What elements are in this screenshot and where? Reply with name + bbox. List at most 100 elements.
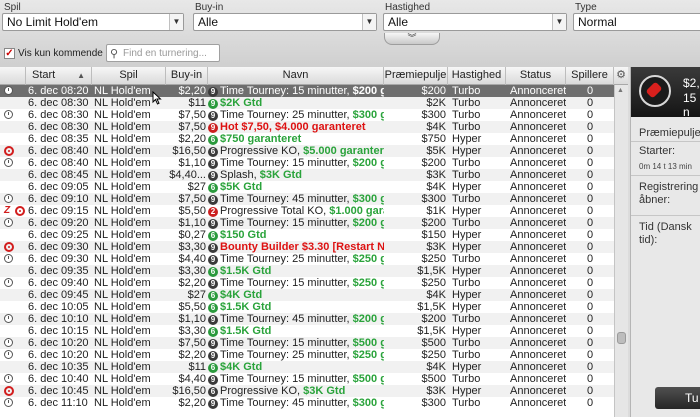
table-row[interactable]: 6. dec 08:20 NL Hold'em $2,20 9 Time Tourney…: [0, 85, 614, 97]
header-game[interactable]: Spil: [92, 67, 166, 85]
cell-prize: $4K: [426, 361, 446, 373]
cell-speed: Hyper: [452, 265, 482, 277]
cell-status: Annonceret: [510, 241, 566, 253]
type-select[interactable]: Normal: [573, 13, 700, 31]
header-speed[interactable]: Hastighed: [448, 67, 506, 85]
table-scrollbar[interactable]: ▲: [614, 85, 628, 417]
cell-speed: Turbo: [452, 337, 481, 349]
table-row[interactable]: 6. dec 09:45 NL Hold'em $27 6 $4K Gtd $4K Hype…: [0, 289, 614, 301]
cell-name: 9Time Tourney: 15 minutter, $250 ga...: [208, 277, 384, 289]
header-prize[interactable]: Præmiepulje: [384, 67, 448, 85]
table-row[interactable]: 6. dec 08:30 NL Hold'em $7,50 9 Hot $7,50, $…: [0, 121, 614, 133]
cell-players: 0: [586, 217, 594, 229]
table-row[interactable]: 6. dec 09:05 NL Hold'em $27 6 $5K Gtd $4K Hype…: [0, 181, 614, 193]
table-row[interactable]: 6. dec 09:30 NL Hold'em $3,30 9 Bounty Build…: [0, 241, 614, 253]
tournament-button[interactable]: Tu: [655, 387, 700, 409]
cell-start: 6. dec 09:45: [28, 289, 89, 301]
table-row[interactable]: 6. dec 08:45 NL Hold'em $4,40... 9 Splash, $…: [0, 169, 614, 181]
cell-name: 2Progressive Total KO, $1.000 gara...: [208, 205, 384, 217]
table-row[interactable]: 6. dec 08:40 NL Hold'em $16,50 6 Progressive…: [0, 145, 614, 157]
header-prize-label: Præmiepulje: [384, 69, 447, 81]
cell-status: Annonceret: [510, 121, 566, 133]
tournament-guarantee: $300 ga...: [352, 193, 384, 205]
scroll-up-icon[interactable]: ▲: [617, 87, 624, 94]
game-select[interactable]: No Limit Hold'em ▼: [2, 13, 184, 31]
table-row[interactable]: 6. dec 10:05 NL Hold'em $5,50 6 $1.5K Gtd $1,…: [0, 301, 614, 313]
row-icons: [2, 361, 28, 373]
table-size-badge: 9: [208, 87, 218, 97]
table-row[interactable]: 6. dec 09:25 NL Hold'em $0,27 6 $150 Gtd $150…: [0, 229, 614, 241]
speed-select[interactable]: Alle ▼: [383, 13, 567, 31]
table-row[interactable]: 6. dec 09:30 NL Hold'em $4,40 9 Time Tourney…: [0, 253, 614, 265]
header-players-label: Spillere: [571, 69, 608, 81]
only-upcoming-checkbox[interactable]: ✓: [4, 48, 15, 59]
table-row[interactable]: 6. dec 09:10 NL Hold'em $7,50 9 Time Tourney…: [0, 193, 614, 205]
buyin-select-value: Alle: [198, 15, 219, 29]
cell-buyin: $7,50: [178, 193, 206, 205]
table-row[interactable]: 6. dec 11:10 NL Hold'em $2,20 9 Time Tourney…: [0, 397, 614, 409]
expand-filters-button[interactable]: ︾: [384, 33, 440, 45]
tournament-guarantee: $5K Gtd: [220, 181, 263, 193]
table-row[interactable]: 6. dec 09:40 NL Hold'em $2,20 9 Time Tourney…: [0, 277, 614, 289]
table-row[interactable]: 6. dec 10:40 NL Hold'em $4,40 9 Time Tourney…: [0, 373, 614, 385]
header-name[interactable]: Navn: [208, 67, 384, 85]
table-row[interactable]: 6. dec 08:30 NL Hold'em $7,50 9 Time Tourney…: [0, 109, 614, 121]
scrollbar-thumb[interactable]: [617, 332, 626, 344]
table-row[interactable]: 6. dec 10:20 NL Hold'em $2,20 9 Time Tourney…: [0, 349, 614, 361]
clock-icon: [4, 254, 13, 263]
buyin-select[interactable]: Alle ▼: [193, 13, 377, 31]
table-row[interactable]: 6. dec 10:20 NL Hold'em $7,50 9 Time Tourney…: [0, 337, 614, 349]
tournament-name: Progressive KO,: [220, 385, 304, 397]
cell-prize: $150: [421, 229, 446, 241]
header-players[interactable]: Spillere: [566, 67, 614, 85]
table-row[interactable]: Z 6. dec 09:15 NL Hold'em $5,50 2 Progressive…: [0, 205, 614, 217]
cell-buyin: $5,50: [178, 205, 206, 217]
table-size-badge: 6: [208, 267, 218, 277]
cell-buyin: $27: [187, 181, 206, 193]
cell-players: 0: [586, 169, 594, 181]
table-row[interactable]: 6. dec 10:35 NL Hold'em $11 6 $4K Gtd $4K Hype…: [0, 361, 614, 373]
pokerstars-logo: [639, 75, 671, 107]
cell-speed: Hyper: [452, 229, 482, 241]
cell-name: 9Time Tourney: 15 minutter, $200 ga...: [208, 85, 384, 97]
header-start[interactable]: Start ▲: [26, 67, 92, 85]
cell-buyin: $1,10: [178, 217, 206, 229]
cell-prize: $250: [421, 277, 446, 289]
time-label-2: tid):: [639, 234, 658, 246]
cell-game: NL Hold'em: [94, 253, 151, 265]
row-icons: [2, 349, 28, 361]
filter-buyin-label: Buy-in: [195, 2, 224, 13]
table-row[interactable]: 6. dec 10:45 NL Hold'em $16,50 6 Progressive…: [0, 385, 614, 397]
table-row[interactable]: 6. dec 08:40 NL Hold'em $1,10 9 Time Tourney…: [0, 157, 614, 169]
row-icons: [2, 265, 28, 277]
cell-buyin: $1,10: [178, 157, 206, 169]
tournament-guarantee: $4K Gtd: [220, 289, 263, 301]
table-size-badge: 9: [208, 279, 218, 289]
filter-speed: Hastighed Alle ▼: [381, 0, 567, 34]
row-icons: [2, 181, 28, 193]
header-buyin[interactable]: Buy-in: [166, 67, 208, 85]
table-size-badge: 9: [208, 375, 218, 385]
header-status[interactable]: Status: [506, 67, 566, 85]
clock-icon: [4, 110, 13, 119]
table-row[interactable]: 6. dec 09:20 NL Hold'em $1,10 9 Time Tourney…: [0, 217, 614, 229]
tournament-search-input[interactable]: [123, 46, 217, 60]
cell-players: 0: [586, 85, 594, 97]
table-row[interactable]: 6. dec 10:10 NL Hold'em $1,10 9 Time Tourney…: [0, 313, 614, 325]
tournament-name: Time Tourney: 45 minutter,: [220, 193, 353, 205]
tournament-name: Time Tourney: 15 minutter,: [220, 157, 353, 169]
cell-name: 9Time Tourney: 45 minutter, $200 ga...: [208, 313, 384, 325]
cell-name: 6 $4K Gtd: [208, 361, 384, 373]
table-size-badge: 9: [208, 99, 218, 109]
header-name-label: Navn: [282, 69, 309, 81]
table-row[interactable]: 6. dec 08:35 NL Hold'em $2,20 6 $750 garante…: [0, 133, 614, 145]
table-row[interactable]: 6. dec 10:15 NL Hold'em $3,30 6 $1.5K Gtd $1,…: [0, 325, 614, 337]
cell-buyin: $4,40: [178, 253, 206, 265]
cell-prize: $3K: [426, 169, 446, 181]
table-size-badge: 9: [208, 315, 218, 325]
table-row[interactable]: 6. dec 09:35 NL Hold'em $3,30 6 $1.5K Gtd $1,…: [0, 265, 614, 277]
gear-icon[interactable]: ⚙: [614, 67, 628, 85]
table-row[interactable]: 6. dec 08:30 NL Hold'em $11 9 $2K Gtd $2K Turb…: [0, 97, 614, 109]
cell-game: NL Hold'em: [94, 325, 151, 337]
header-icon-column[interactable]: [0, 67, 26, 85]
